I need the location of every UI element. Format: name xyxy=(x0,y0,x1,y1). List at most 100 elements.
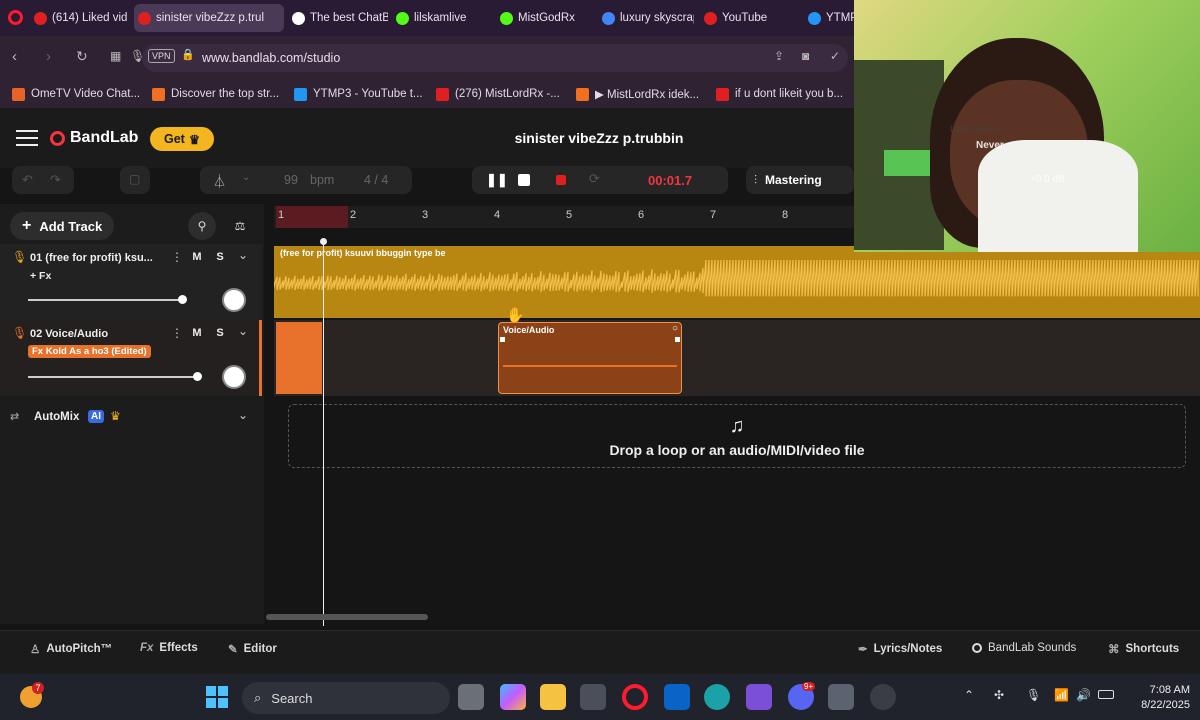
playhead[interactable] xyxy=(323,240,324,626)
track-name-1[interactable]: 01 (free for profit) ksu... xyxy=(30,252,153,264)
bpm-value[interactable]: 99 xyxy=(284,173,298,187)
share-icon[interactable]: ⇪ xyxy=(774,49,784,63)
page-icon[interactable]: ▦ xyxy=(110,49,121,63)
get-button[interactable]: Get ♛ xyxy=(150,127,214,151)
camera-app-icon[interactable] xyxy=(828,684,854,710)
browser-tab[interactable]: sinister vibeZzz p.trul xyxy=(134,4,284,32)
editor-button[interactable]: ✎ Editor xyxy=(228,642,277,656)
track-row-1[interactable]: 🎙 01 (free for profit) ksu... ⋮ M S ⌄ + … xyxy=(0,244,262,320)
loop-icon[interactable]: ⟳ xyxy=(589,171,600,187)
time-signature[interactable]: 4 / 4 xyxy=(364,173,388,187)
edge-icon[interactable] xyxy=(704,684,730,710)
metronome-dropdown-icon[interactable]: ⌄ xyxy=(242,172,250,183)
track-menu-icon[interactable]: ⋮ xyxy=(171,326,183,340)
playhead-handle[interactable] xyxy=(320,238,327,245)
bookmark-item[interactable]: Discover the top str... xyxy=(152,84,279,104)
task-view-icon[interactable] xyxy=(458,684,484,710)
start-button[interactable] xyxy=(206,686,228,708)
back-icon[interactable]: ‹ xyxy=(12,48,17,65)
region-handle-right[interactable] xyxy=(675,337,680,342)
volume-thumb[interactable] xyxy=(178,295,187,304)
audio-region-voice[interactable]: Voice/Audio ○ xyxy=(498,322,682,394)
obs-icon[interactable] xyxy=(870,684,896,710)
reload-icon[interactable]: ↻ xyxy=(76,48,88,65)
track-lane-2[interactable]: Voice/Audio ○ xyxy=(274,320,1200,396)
wifi-icon[interactable]: 📶 xyxy=(1054,688,1069,702)
browser-tab[interactable]: lilskamlive xyxy=(392,4,492,32)
shortcuts-button[interactable]: ⌘ Shortcuts xyxy=(1108,642,1179,656)
undo-icon[interactable]: ↶ xyxy=(22,172,33,188)
browser-tab[interactable]: (614) Liked vid xyxy=(30,4,128,32)
solo-button[interactable]: S xyxy=(211,324,229,342)
mic-icon[interactable]: 🎙 xyxy=(130,49,145,63)
tray-chevron-icon[interactable]: ⌃ xyxy=(964,688,974,702)
autopitch-button[interactable]: ♙ AutoPitch™ xyxy=(30,642,112,656)
outlook-icon[interactable] xyxy=(664,684,690,710)
fx-chain-badge[interactable]: Fx Kold As a ho3 (Edited) xyxy=(28,345,151,358)
pan-knob[interactable] xyxy=(222,288,246,312)
loop-region-marker[interactable] xyxy=(276,206,348,228)
browser-tab[interactable]: YouTube xyxy=(700,4,800,32)
track-menu-icon[interactable]: ⋮ xyxy=(171,250,183,264)
bookmark-item[interactable]: OmeTV Video Chat... xyxy=(12,84,140,104)
volume-slider[interactable] xyxy=(28,376,198,378)
hamburger-menu-icon[interactable] xyxy=(16,130,38,146)
stop-icon[interactable] xyxy=(518,174,530,186)
url-field[interactable]: www.bandlab.com/studio xyxy=(142,44,848,72)
bookmark-item[interactable]: (276) MistLordRx -... xyxy=(436,84,560,104)
battery-icon[interactable] xyxy=(1098,690,1114,699)
bandlab-sounds-button[interactable]: BandLab Sounds xyxy=(972,642,1076,654)
pan-knob[interactable] xyxy=(222,365,246,389)
pause-icon[interactable]: ❚❚ xyxy=(486,172,508,188)
project-title[interactable]: sinister vibeZzz p.trubbin xyxy=(486,130,712,146)
fx-label[interactable]: + Fx xyxy=(30,270,51,282)
opera-icon[interactable] xyxy=(622,684,648,710)
volume-thumb[interactable] xyxy=(193,372,202,381)
region-loop-icon[interactable]: ○ xyxy=(672,323,678,334)
track-expand-icon[interactable]: ⌄ xyxy=(238,324,248,338)
effects-button[interactable]: Fx Effects xyxy=(140,642,198,654)
bookmark-item[interactable]: if u dont likeit you b... xyxy=(716,84,843,104)
browser-tab[interactable]: luxury skyscrap xyxy=(598,4,694,32)
tray-app-icon[interactable]: ✣ xyxy=(994,688,1004,702)
chevron-down-icon[interactable]: ⌄ xyxy=(238,408,248,422)
volume-icon[interactable]: 🔊 xyxy=(1076,688,1091,702)
forward-icon[interactable]: › xyxy=(46,48,51,65)
browser-tab[interactable]: The best ChatB xyxy=(288,4,388,32)
track-lane-1[interactable]: (free for profit) ksuuvi bbuggin type be xyxy=(274,246,1200,318)
track-row-2[interactable]: 🎙 02 Voice/Audio ⋮ M S ⌄ Fx Kold As a ho… xyxy=(0,320,262,396)
mute-button[interactable]: M xyxy=(188,324,206,342)
record-icon[interactable] xyxy=(556,175,566,185)
audio-clip-start[interactable] xyxy=(276,322,322,394)
lyrics-notes-button[interactable]: ✒ Lyrics/Notes xyxy=(858,642,942,656)
vpn-badge[interactable]: VPN xyxy=(148,49,175,63)
store-icon[interactable] xyxy=(580,684,606,710)
horizontal-scrollbar[interactable] xyxy=(266,614,428,620)
tray-mic-icon[interactable]: 🎙 xyxy=(1026,688,1041,702)
lock-icon[interactable]: 🔒 xyxy=(181,48,195,61)
taskbar-search[interactable]: ⌕ Search xyxy=(242,682,450,714)
bookmark-item[interactable]: ▶ MistLordRx idek... xyxy=(576,84,699,104)
drop-zone[interactable]: ♫ Drop a loop or an audio/MIDI/video fil… xyxy=(288,404,1186,468)
redo-icon[interactable]: ↷ xyxy=(50,172,61,188)
file-explorer-icon[interactable] xyxy=(540,684,566,710)
clock[interactable]: 7:08 AM 8/22/2025 xyxy=(1124,683,1190,713)
metronome-icon[interactable]: ⏃ xyxy=(213,171,226,190)
tracks-settings-button[interactable]: ⚖ xyxy=(226,212,254,240)
mastering-button[interactable]: ⫶ Mastering xyxy=(746,166,854,194)
track-expand-icon[interactable]: ⌄ xyxy=(238,248,248,262)
history-button[interactable]: ▢ xyxy=(120,166,150,194)
add-track-button[interactable]: + Add Track xyxy=(10,212,114,240)
mute-button[interactable]: M xyxy=(188,248,206,266)
clipchamp-icon[interactable] xyxy=(746,684,772,710)
bookmark-item[interactable]: YTMP3 - YouTube t... xyxy=(294,84,423,104)
solo-button[interactable]: S xyxy=(211,248,229,266)
camera-icon[interactable]: ◙ xyxy=(802,49,809,63)
volume-slider[interactable] xyxy=(28,299,184,301)
opera-logo-icon[interactable] xyxy=(8,10,23,25)
region-handle-left[interactable] xyxy=(500,337,505,342)
browser-tab[interactable]: MistGodRx xyxy=(496,4,594,32)
track-name-2[interactable]: 02 Voice/Audio xyxy=(30,328,108,340)
automix-row[interactable]: ⇄ AutoMix AI ♛ ⌄ xyxy=(0,404,262,432)
link-button[interactable]: ⚲ xyxy=(188,212,216,240)
